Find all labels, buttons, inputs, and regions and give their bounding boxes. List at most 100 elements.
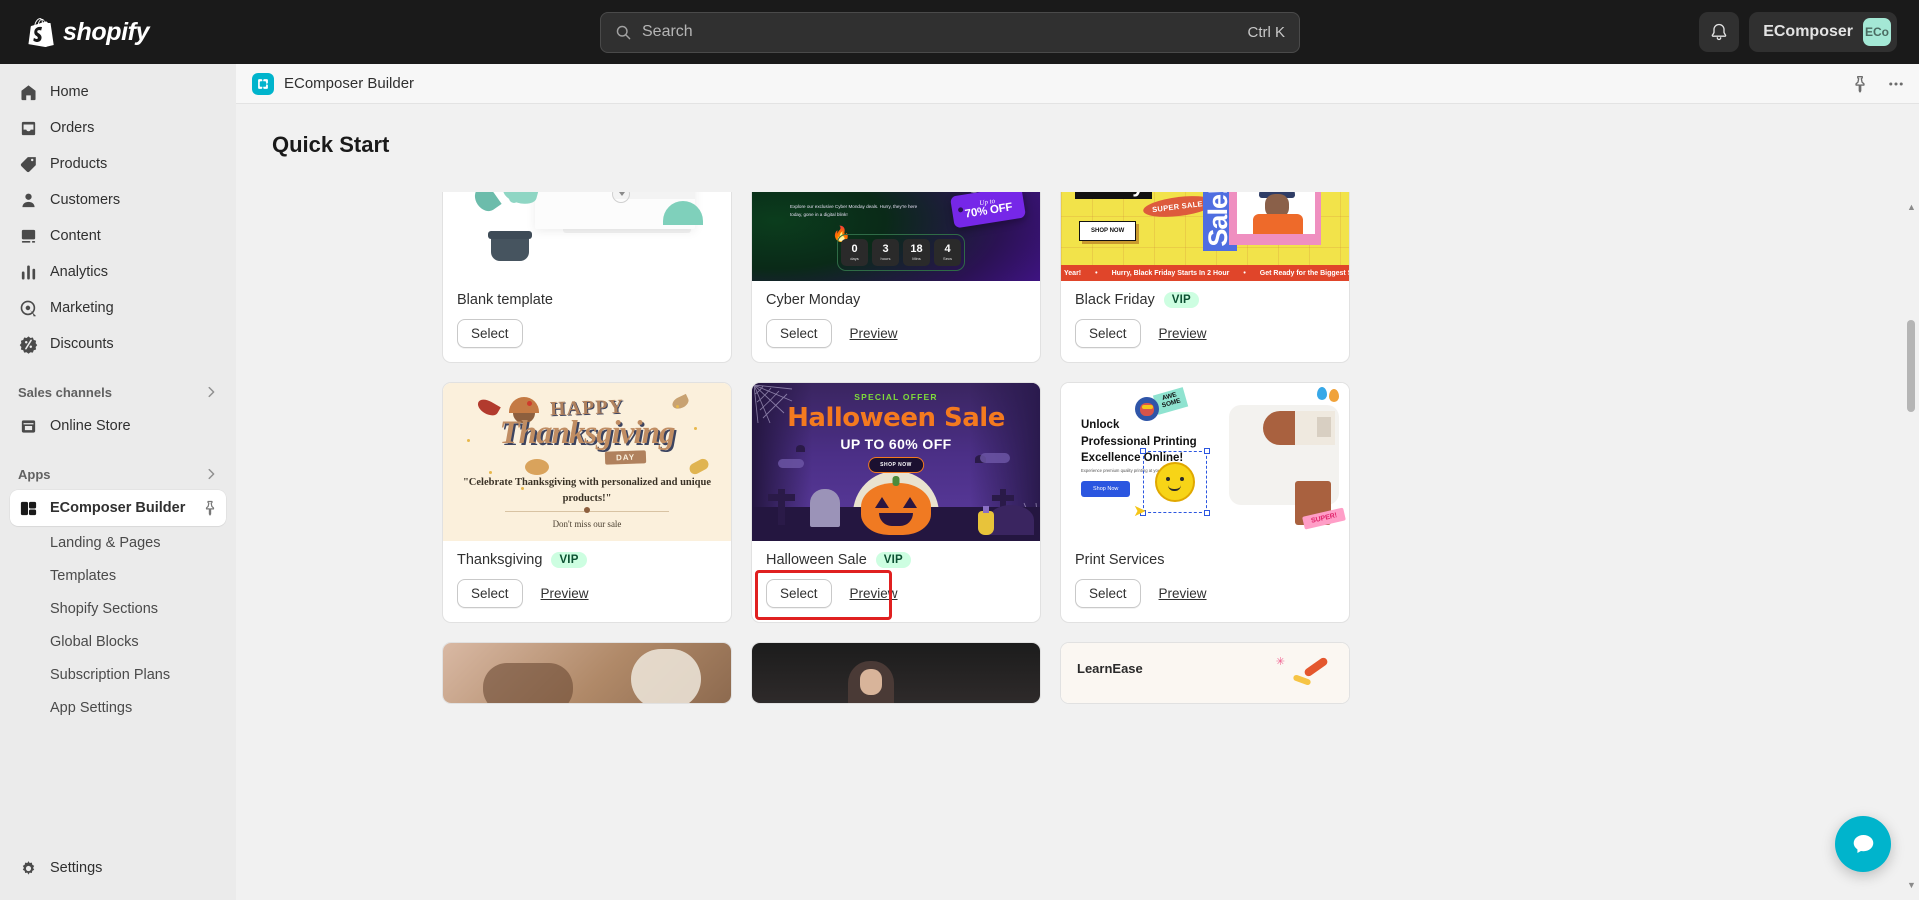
preview-link[interactable]: Preview bbox=[1159, 326, 1207, 341]
template-name: Halloween Sale bbox=[766, 552, 867, 568]
search-input[interactable]: Search Ctrl K bbox=[600, 11, 1300, 53]
vip-badge: VIP bbox=[551, 552, 587, 568]
scrollbar[interactable]: ▲ ▼ bbox=[1907, 202, 1916, 890]
learnease-label: LearnEase bbox=[1077, 661, 1143, 676]
template-card[interactable]: HAPPY Thanksgiving DAY "Celebrate Thanks… bbox=[442, 382, 732, 623]
sidebar-item-label: Products bbox=[50, 156, 108, 172]
select-button[interactable]: Select bbox=[457, 579, 523, 608]
selection-handle[interactable] bbox=[1204, 510, 1210, 516]
scroll-up-arrow-icon[interactable]: ▲ bbox=[1907, 202, 1916, 212]
halloween-art: SPECIAL OFFER Halloween Sale UP TO 60% O… bbox=[752, 383, 1040, 541]
templates-scroll-area[interactable]: ★★★★★ bbox=[236, 192, 1919, 900]
select-button[interactable]: Select bbox=[766, 319, 832, 348]
sidebar-item-global-blocks[interactable]: Global Blocks bbox=[10, 625, 226, 658]
shopify-brand[interactable]: shopify bbox=[20, 18, 149, 47]
template-thumbnail[interactable]: Up to 80% Off! Black Friday SUPER SALE! … bbox=[1061, 192, 1349, 281]
more-horizontal-icon[interactable] bbox=[1887, 75, 1905, 93]
discounts-percent-icon bbox=[18, 334, 38, 354]
template-thumbnail[interactable]: Unleash the CYBER Savings Explore our ex… bbox=[752, 192, 1040, 281]
home-icon bbox=[18, 82, 38, 102]
sidebar-item-home[interactable]: Home bbox=[10, 74, 226, 110]
sidebar-footer: Settings bbox=[10, 850, 226, 900]
template-card[interactable]: ★★★★★ bbox=[442, 192, 732, 363]
preview-link[interactable]: Preview bbox=[1159, 586, 1207, 601]
sidebar-item-analytics[interactable]: Analytics bbox=[10, 254, 226, 290]
sidebar-item-settings[interactable]: Settings bbox=[10, 850, 226, 886]
template-name: Cyber Monday bbox=[766, 292, 861, 308]
template-name: Thanksgiving bbox=[457, 552, 543, 568]
gear-icon bbox=[18, 858, 38, 878]
sidebar-item-online-store[interactable]: Online Store bbox=[10, 408, 226, 444]
sidebar-item-orders[interactable]: Orders bbox=[10, 110, 226, 146]
template-card[interactable] bbox=[751, 642, 1041, 704]
global-search[interactable]: Search Ctrl K bbox=[600, 11, 1300, 53]
sidebar-item-ecomposer-builder[interactable]: EComposer Builder bbox=[10, 490, 226, 526]
select-button[interactable]: Select bbox=[1075, 319, 1141, 348]
apps-header[interactable]: Apps bbox=[10, 458, 226, 490]
template-card[interactable]: SPECIAL OFFER Halloween Sale UP TO 60% O… bbox=[751, 382, 1041, 623]
template-title-row: Blank template bbox=[457, 292, 717, 308]
shop-now-button[interactable]: SHOP NOW bbox=[868, 457, 924, 473]
search-placeholder: Search bbox=[642, 23, 693, 40]
sidebar-item-discounts[interactable]: Discounts bbox=[10, 326, 226, 362]
template-thumbnail[interactable]: Unlock Professional Printing Excellence … bbox=[1061, 383, 1349, 541]
pin-icon[interactable] bbox=[1851, 75, 1869, 93]
pin-icon[interactable] bbox=[202, 500, 218, 516]
template-card[interactable] bbox=[442, 642, 732, 704]
scrollbar-thumb[interactable] bbox=[1907, 320, 1915, 412]
app-title: EComposer Builder bbox=[284, 75, 415, 92]
page-canvas: Quick Start Blank template Select Explor… bbox=[236, 104, 1919, 900]
sidebar-item-templates[interactable]: Templates bbox=[10, 559, 226, 592]
sidebar-item-landing-pages[interactable]: Landing & Pages bbox=[10, 526, 226, 559]
template-thumbnail[interactable] bbox=[752, 643, 1040, 703]
sidebar-item-marketing[interactable]: Marketing bbox=[10, 290, 226, 326]
template-thumbnail[interactable]: ★★★★★ bbox=[443, 192, 731, 281]
sidebar-item-label: Analytics bbox=[50, 264, 109, 280]
template-thumbnail[interactable] bbox=[443, 643, 731, 703]
countdown-unit: 4 Secs bbox=[934, 239, 961, 266]
black-friday-line2: Friday bbox=[1075, 192, 1153, 199]
sidebar-item-products[interactable]: Products bbox=[10, 146, 226, 182]
select-button[interactable]: Select bbox=[457, 319, 523, 348]
ticker-item: Get Ready for the Biggest Sale o bbox=[1259, 269, 1349, 277]
sales-channels-header[interactable]: Sales channels bbox=[10, 376, 226, 408]
preview-link[interactable]: Preview bbox=[850, 586, 898, 601]
notifications-button[interactable] bbox=[1699, 12, 1740, 52]
tag-hole bbox=[957, 206, 964, 213]
template-thumbnail[interactable]: HAPPY Thanksgiving DAY "Celebrate Thanks… bbox=[443, 383, 731, 541]
template-card[interactable]: Up to 80% Off! Black Friday SUPER SALE! … bbox=[1060, 192, 1350, 363]
template-card[interactable]: LearnEase ✳ bbox=[1060, 642, 1350, 704]
template-actions: Select Preview bbox=[457, 579, 717, 608]
chat-support-button[interactable] bbox=[1835, 816, 1891, 872]
sidebar-sub-label: Landing & Pages bbox=[50, 534, 161, 551]
template-title-row: Cyber Monday bbox=[766, 292, 1026, 308]
sidebar-item-content[interactable]: Content bbox=[10, 218, 226, 254]
preview-link[interactable]: Preview bbox=[541, 586, 589, 601]
app-header: EComposer Builder bbox=[236, 64, 1919, 104]
template-card-footer: Print Services Select Preview bbox=[1061, 541, 1349, 622]
user-menu-button[interactable]: EComposer ECo bbox=[1749, 12, 1897, 52]
countdown-unit: 0 days bbox=[841, 239, 868, 266]
products-tag-icon bbox=[18, 154, 38, 174]
template-card[interactable]: Unlock Professional Printing Excellence … bbox=[1060, 382, 1350, 623]
sidebar-item-shopify-sections[interactable]: Shopify Sections bbox=[10, 592, 226, 625]
sidebar-item-app-settings[interactable]: App Settings bbox=[10, 691, 226, 724]
preview-link[interactable]: Preview bbox=[850, 326, 898, 341]
apps-label: Apps bbox=[18, 466, 51, 482]
sidebar-item-customers[interactable]: Customers bbox=[10, 182, 226, 218]
template-card[interactable]: Unleash the CYBER Savings Explore our ex… bbox=[751, 192, 1041, 363]
print-services-art: Unlock Professional Printing Excellence … bbox=[1061, 383, 1349, 541]
sidebar-item-label: Orders bbox=[50, 120, 95, 136]
sidebar-item-subscription-plans[interactable]: Subscription Plans bbox=[10, 658, 226, 691]
shop-now-button[interactable]: Shop Now bbox=[1081, 481, 1131, 497]
select-button[interactable]: Select bbox=[1075, 579, 1141, 608]
scroll-down-arrow-icon[interactable]: ▼ bbox=[1907, 880, 1916, 890]
template-thumbnail[interactable]: LearnEase ✳ bbox=[1061, 643, 1349, 703]
pumpkin-eye bbox=[875, 497, 889, 508]
selection-handle[interactable] bbox=[1140, 448, 1146, 454]
content-image-icon bbox=[18, 226, 38, 246]
selection-handle[interactable] bbox=[1204, 448, 1210, 454]
template-thumbnail[interactable]: SPECIAL OFFER Halloween Sale UP TO 60% O… bbox=[752, 383, 1040, 541]
select-button[interactable]: Select bbox=[766, 579, 832, 608]
shop-now-button[interactable]: SHOP NOW bbox=[1079, 221, 1137, 241]
